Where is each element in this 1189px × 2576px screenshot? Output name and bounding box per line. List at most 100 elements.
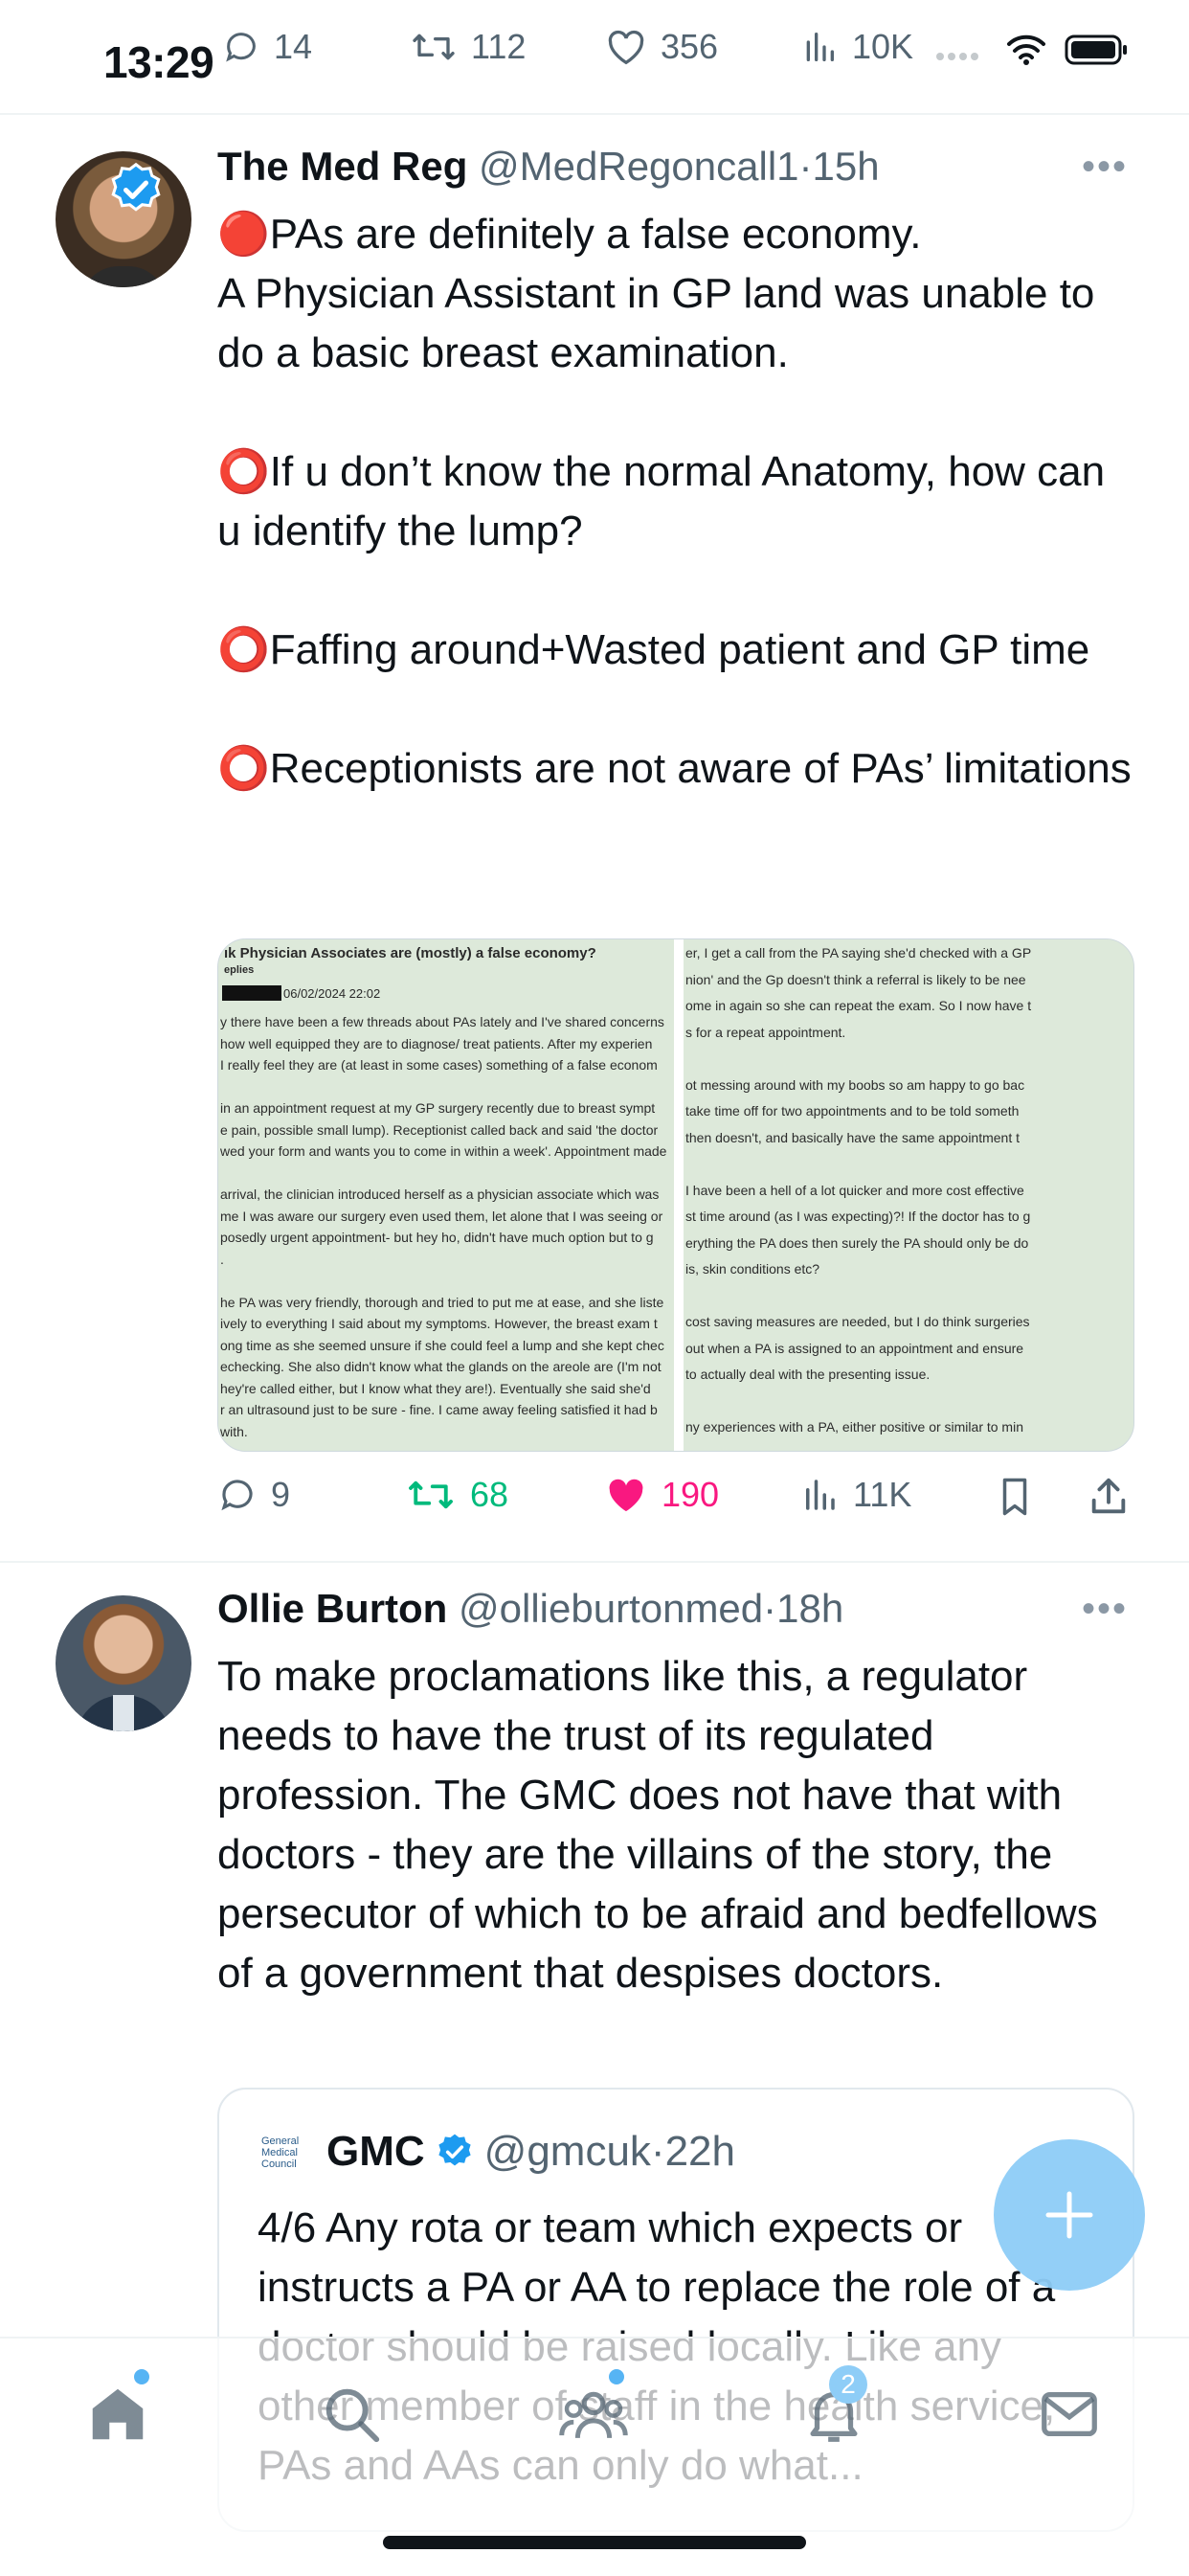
- tweet-paragraph: 🔴PAs are definitely a false economy.: [217, 211, 922, 258]
- media-text-line: y there have been a few threads about PA…: [220, 1014, 664, 1029]
- compose-button[interactable]: [994, 2139, 1145, 2291]
- media-text-line: cost saving measures are needed, but I d…: [685, 1314, 1030, 1329]
- media-text-line: e pain, possible small lump). Receptioni…: [220, 1121, 659, 1138]
- gmc-logo: General Medical Council: [261, 2135, 307, 2170]
- more-options-icon[interactable]: •••: [1082, 146, 1128, 189]
- prev-reply-action[interactable]: 14: [222, 27, 312, 67]
- heart-icon: [605, 28, 647, 66]
- nav-notifications[interactable]: 2: [800, 2365, 867, 2448]
- views-action[interactable]: 11K: [799, 1475, 911, 1515]
- quoted-display-name: GMC: [326, 2128, 425, 2175]
- wifi-icon: [1005, 33, 1047, 67]
- bookmark-button[interactable]: [995, 1475, 1035, 1519]
- bookmark-icon: [995, 1475, 1035, 1519]
- media-text-line: ong time as she seemed unsure if she cou…: [220, 1337, 664, 1353]
- prev-views-action[interactable]: 10K: [800, 27, 913, 67]
- avatar-shirt: [113, 1695, 134, 1731]
- media-text-line: with.: [220, 1423, 248, 1439]
- media-text-line: echecking. She also didn't know what the…: [220, 1359, 662, 1374]
- share-icon: [1087, 1475, 1131, 1519]
- plus-icon: [1041, 2186, 1098, 2244]
- media-text-line: posedly urgent appointment- but hey ho, …: [220, 1230, 654, 1245]
- reply-count: 9: [271, 1475, 291, 1514]
- notifications-badge: 2: [829, 2365, 867, 2404]
- verified-badge-icon: [435, 2132, 475, 2172]
- media-text-line: I really feel they are (at least in some…: [220, 1057, 658, 1073]
- nav-communities[interactable]: [559, 2369, 628, 2448]
- mail-icon: [1036, 2381, 1103, 2448]
- status-bar-time: 13:29: [103, 37, 214, 87]
- reply-action[interactable]: 9: [217, 1475, 290, 1515]
- tweet-paragraph: A Physician Assistant in GP land was una…: [217, 270, 1095, 376]
- analytics-icon: [799, 1475, 840, 1515]
- media-post-meta: eplies: [224, 964, 255, 976]
- media-text-line: then doesn't, and basically have the sam…: [685, 1129, 1021, 1145]
- media-text-line: wed your form and wants you to come in w…: [220, 1143, 667, 1159]
- media-text-line: I have been a hell of a lot quicker and …: [685, 1182, 1024, 1198]
- tweet-header: The Med Reg @MedRegoncall1·15h: [217, 144, 880, 190]
- retweet-count: 112: [471, 27, 527, 66]
- media-text-line: st time around (as I was expecting)?! If…: [685, 1209, 1031, 1224]
- gmc-logo-line: Council: [261, 2158, 297, 2170]
- retweet-icon: [410, 28, 458, 66]
- gmc-logo-line: General: [261, 2135, 300, 2147]
- handle[interactable]: @ollieburtonmed: [459, 1586, 763, 1631]
- tweet-paragraph: ⭕Faffing around+Wasted patient and GP ti…: [217, 626, 1090, 673]
- retweet-icon: [405, 1475, 457, 1515]
- home-notification-dot: [134, 2369, 149, 2384]
- avatar[interactable]: [56, 1595, 191, 1731]
- prev-like-action[interactable]: 356: [605, 27, 718, 67]
- home-icon: [84, 2381, 151, 2448]
- media-text-line: take time off for two appointments and t…: [685, 1103, 1020, 1119]
- media-text-line: is, skin conditions etc?: [685, 1261, 820, 1277]
- media-text-line: how well equipped they are to diagnose/ …: [220, 1035, 653, 1051]
- media-text-line: ome in again so she can repeat the exam.…: [685, 998, 1032, 1013]
- reply-icon: [217, 1475, 258, 1515]
- battery-icon: [1065, 33, 1130, 67]
- media-text-line: ny experiences with a PA, either positiv…: [685, 1419, 1023, 1435]
- nav-home[interactable]: [84, 2369, 151, 2448]
- signal-icon: [934, 35, 988, 64]
- nav-messages[interactable]: [1036, 2381, 1103, 2448]
- media-right-panel: er, I get a call from the PA saying she'…: [684, 939, 1133, 1451]
- tweet-body: To make proclamations like this, a regul…: [217, 1653, 1098, 1997]
- views-count: 11K: [853, 1475, 912, 1514]
- media-text-line: out when a PA is assigned to an appointm…: [685, 1340, 1024, 1356]
- media-text-line: er, I get a call from the PA saying she'…: [685, 945, 1032, 960]
- prev-retweet-action[interactable]: 112: [410, 27, 526, 67]
- media-redaction: [222, 985, 281, 1001]
- header-separator: ·: [798, 144, 813, 189]
- avatar-shirt: [80, 266, 167, 287]
- display-name[interactable]: Ollie Burton: [217, 1586, 447, 1631]
- nav-search[interactable]: [318, 2381, 385, 2448]
- reply-count: 14: [274, 27, 313, 66]
- status-icons: [934, 33, 1130, 67]
- communities-icon: [559, 2381, 628, 2448]
- like-action[interactable]: 190: [604, 1475, 719, 1515]
- reply-icon: [222, 28, 260, 66]
- timestamp[interactable]: 15h: [813, 144, 880, 189]
- quoted-handle: @gmcuk: [483, 2128, 651, 2175]
- media-text-line: s for a repeat appointment.: [685, 1024, 846, 1040]
- timestamp[interactable]: 18h: [776, 1586, 843, 1631]
- handle[interactable]: @MedRegoncall1: [479, 144, 798, 189]
- media-text-line: hey're called either, but I know what th…: [220, 1380, 651, 1396]
- verified-badge-icon: [107, 161, 165, 218]
- tweet-media-image[interactable]: ık Physician Associates are (mostly) a f…: [217, 938, 1134, 1452]
- tweet-body: 🔴PAs are definitely a false economy. A P…: [217, 205, 1136, 799]
- media-panel-gap: [674, 939, 684, 1451]
- media-post-title: ık Physician Associates are (mostly) a f…: [224, 945, 596, 961]
- share-button[interactable]: [1087, 1475, 1131, 1519]
- media-text-line: r an ultrasound just to be sure - fine. …: [220, 1402, 658, 1417]
- media-left-panel: ık Physician Associates are (mostly) a f…: [218, 939, 674, 1451]
- display-name[interactable]: The Med Reg: [217, 144, 467, 189]
- media-text-line: me I was aware our surgery even used the…: [220, 1208, 663, 1224]
- header-separator: ·: [763, 1586, 777, 1631]
- views-count: 10K: [852, 27, 914, 66]
- tweet-paragraph: ⭕Receptionists are not aware of PAs’ lim…: [217, 745, 1132, 792]
- retweet-action[interactable]: 68: [405, 1475, 508, 1515]
- analytics-icon: [800, 28, 839, 66]
- more-options-icon[interactable]: •••: [1082, 1588, 1128, 1631]
- media-text-line: erything the PA does then surely the PA …: [685, 1234, 1029, 1251]
- communities-notification-dot: [609, 2369, 624, 2384]
